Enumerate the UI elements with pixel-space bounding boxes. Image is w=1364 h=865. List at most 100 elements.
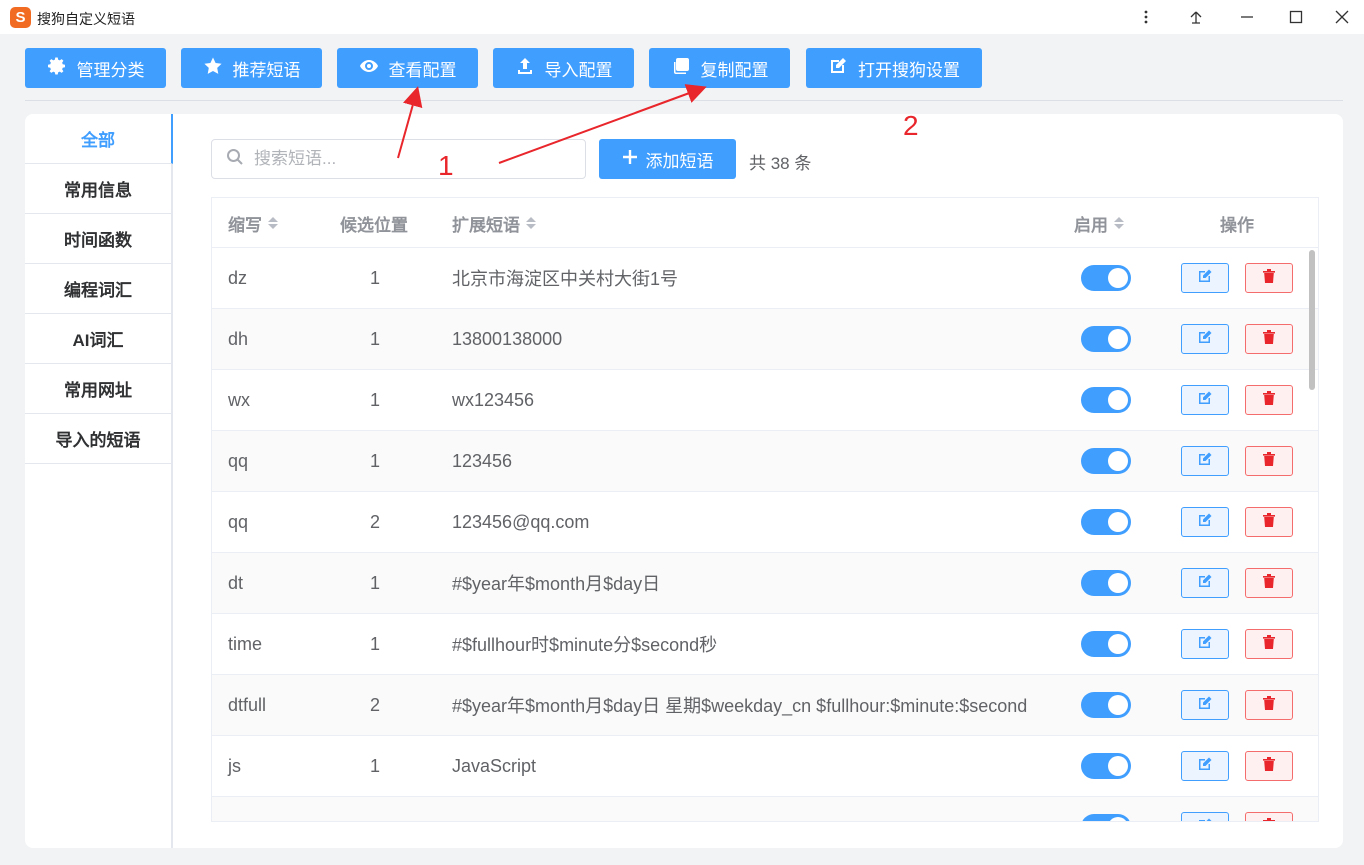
copy-icon — [671, 56, 691, 81]
trash-icon — [1262, 451, 1276, 472]
edit-button[interactable] — [1181, 690, 1229, 720]
trash-icon — [1262, 268, 1276, 289]
gear-icon — [47, 56, 67, 81]
manage-categories-button[interactable]: 管理分类 — [25, 48, 166, 88]
cell-abbr: dz — [228, 267, 248, 288]
trash-icon — [1262, 390, 1276, 411]
plus-icon — [622, 149, 638, 170]
cell-position: 1 — [370, 450, 381, 471]
enable-toggle[interactable] — [1081, 753, 1131, 779]
enable-toggle[interactable] — [1081, 509, 1131, 535]
cell-position: 1 — [370, 572, 381, 593]
column-header-phrase[interactable]: 扩展短语 — [452, 198, 536, 248]
sort-icon[interactable] — [1114, 217, 1124, 229]
phrase-table: 缩写 候选位置 扩展短语 启用 操作 dz 1 北京市海淀区中关村大街1号 dh 1 13… — [211, 197, 1319, 822]
sidebar-item-imported-phrases[interactable]: 导入的短语 — [25, 414, 171, 464]
toolbar-divider — [25, 100, 1343, 101]
category-sidebar: 全部 常用信息 时间函数 编程词汇 AI词汇 常用网址 导入的短语 — [25, 114, 173, 848]
annotation-label-1: 1 — [438, 150, 454, 181]
import-config-button[interactable]: 导入配置 — [493, 48, 634, 88]
edit-button[interactable] — [1181, 568, 1229, 598]
edit-icon — [1197, 817, 1213, 821]
search-input[interactable] — [254, 149, 554, 169]
enable-toggle[interactable] — [1081, 570, 1131, 596]
enable-toggle[interactable] — [1081, 265, 1131, 291]
sidebar-item-programming-terms[interactable]: 编程词汇 — [25, 264, 171, 314]
sidebar-item-common-urls[interactable]: 常用网址 — [25, 364, 171, 414]
more-options-icon[interactable] — [1122, 0, 1170, 34]
cell-abbr: qq — [228, 450, 249, 471]
copy-config-label: 复制配置 — [700, 60, 769, 80]
delete-button[interactable] — [1245, 263, 1293, 293]
delete-button[interactable] — [1245, 507, 1293, 537]
sort-icon[interactable] — [526, 217, 536, 229]
enable-toggle[interactable] — [1081, 448, 1131, 474]
maximize-icon[interactable] — [1272, 0, 1320, 34]
view-config-label: 查看配置 — [388, 60, 457, 80]
column-header-abbr[interactable]: 缩写 — [228, 198, 278, 248]
enable-toggle[interactable] — [1081, 326, 1131, 352]
table-row: dtfull 2 #$year年$month月$day日 星期$weekday_cn… — [212, 675, 1318, 736]
main-panel: 全部 常用信息 时间函数 编程词汇 AI词汇 常用网址 导入的短语 添加短语 共… — [25, 114, 1343, 848]
cell-position: 2 — [370, 694, 381, 715]
edit-button[interactable] — [1181, 446, 1229, 476]
close-icon[interactable] — [1318, 0, 1364, 34]
table-scrollbar[interactable] — [1309, 250, 1315, 390]
delete-button[interactable] — [1245, 690, 1293, 720]
trash-icon — [1262, 634, 1276, 655]
edit-button[interactable] — [1181, 324, 1229, 354]
table-header: 缩写 候选位置 扩展短语 启用 操作 — [212, 198, 1318, 248]
cell-abbr: time — [228, 633, 263, 654]
delete-button[interactable] — [1245, 446, 1293, 476]
edit-button[interactable] — [1181, 629, 1229, 659]
sidebar-item-ai-terms[interactable]: AI词汇 — [25, 314, 171, 364]
open-sogou-settings-button[interactable]: 打开搜狗设置 — [806, 48, 982, 88]
search-icon — [226, 148, 244, 171]
delete-button[interactable] — [1245, 324, 1293, 354]
delete-button[interactable] — [1245, 812, 1293, 821]
cell-position: 1 — [370, 755, 381, 776]
edit-button[interactable] — [1181, 263, 1229, 293]
view-config-button[interactable]: 查看配置 — [337, 48, 478, 88]
minimize-icon[interactable] — [1223, 0, 1271, 34]
sort-icon[interactable] — [268, 217, 278, 229]
cell-abbr: js — [228, 755, 241, 776]
cell-phrase: 北京市海淀区中关村大街1号 — [452, 269, 679, 289]
column-header-enabled[interactable]: 启用 — [1074, 198, 1124, 248]
delete-button[interactable] — [1245, 385, 1293, 415]
add-phrase-button[interactable]: 添加短语 — [599, 139, 736, 179]
cell-abbr: dtfull — [228, 694, 267, 715]
enable-toggle[interactable] — [1081, 692, 1131, 718]
sidebar-item-common-info[interactable]: 常用信息 — [25, 164, 171, 214]
recommended-phrases-label: 推荐短语 — [232, 60, 301, 80]
delete-button[interactable] — [1245, 568, 1293, 598]
delete-button[interactable] — [1245, 751, 1293, 781]
table-row: dz 1 北京市海淀区中关村大街1号 — [212, 248, 1318, 309]
edit-button[interactable] — [1181, 385, 1229, 415]
trash-icon — [1262, 817, 1276, 821]
enable-toggle[interactable] — [1081, 631, 1131, 657]
sidebar-item-all[interactable]: 全部 — [25, 114, 173, 164]
cell-phrase: 123456@qq.com — [452, 511, 590, 532]
edit-icon — [1197, 756, 1213, 777]
cell-phrase: JavaScript — [452, 755, 537, 776]
table-row: dh 1 13800138000 — [212, 309, 1318, 370]
edit-icon — [1197, 573, 1213, 594]
pin-icon[interactable] — [1172, 0, 1220, 34]
enable-toggle[interactable] — [1081, 387, 1131, 413]
copy-config-button[interactable]: 复制配置 — [649, 48, 790, 88]
edit-icon — [828, 56, 848, 81]
delete-button[interactable] — [1245, 629, 1293, 659]
recommended-phrases-button[interactable]: 推荐短语 — [181, 48, 322, 88]
table-row: time 1 #$fullhour时$minute分$second秒 — [212, 614, 1318, 675]
trash-icon — [1262, 573, 1276, 594]
column-header-position: 候选位置 — [340, 215, 408, 235]
cell-position: 1 — [370, 633, 381, 654]
edit-button[interactable] — [1181, 507, 1229, 537]
sidebar-item-time-functions[interactable]: 时间函数 — [25, 214, 171, 264]
edit-button[interactable] — [1181, 751, 1229, 781]
cell-position: 1 — [370, 267, 381, 288]
trash-icon — [1262, 756, 1276, 777]
enable-toggle[interactable] — [1081, 814, 1131, 821]
edit-button[interactable] — [1181, 812, 1229, 821]
